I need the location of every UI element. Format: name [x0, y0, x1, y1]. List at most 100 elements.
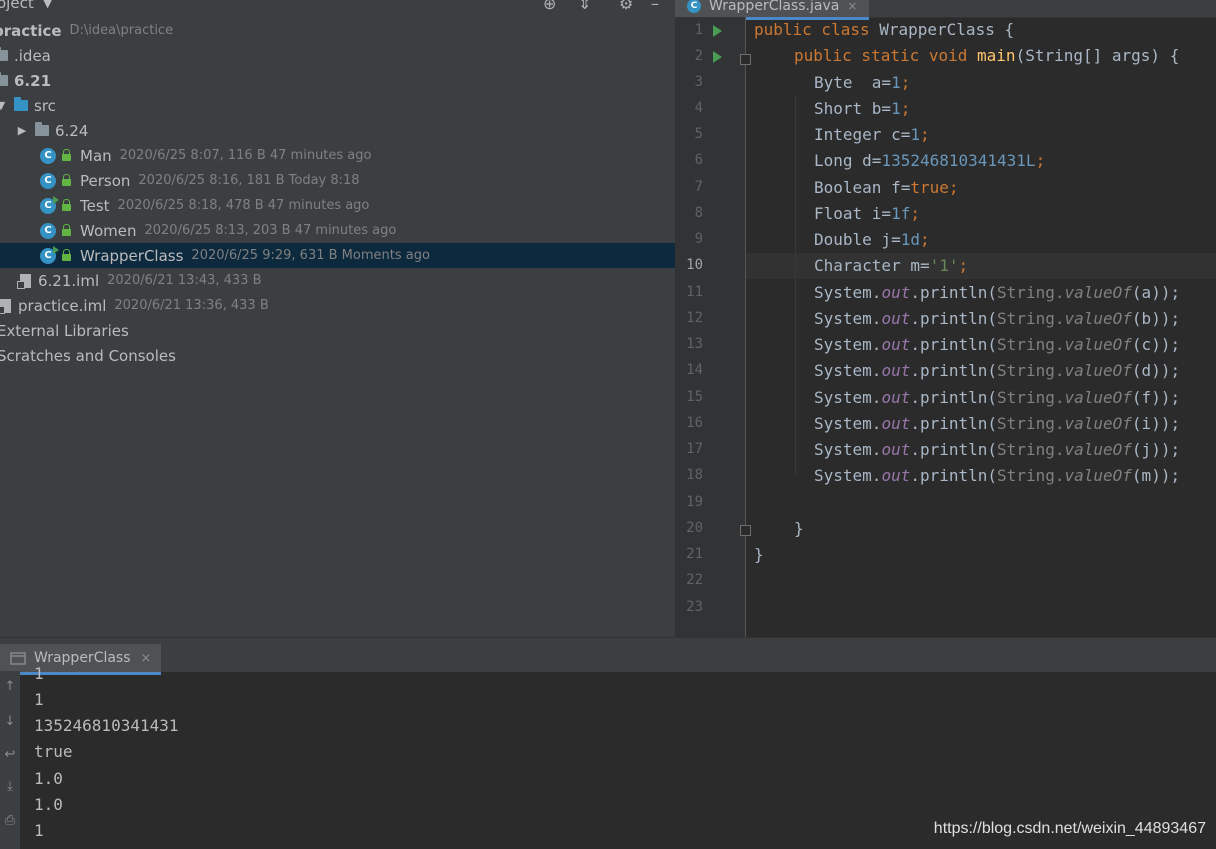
code-token: out	[881, 335, 911, 354]
code-line-21[interactable]: }	[754, 545, 764, 564]
code-line-17[interactable]: System.out.println(String.valueOf(j));	[814, 440, 1180, 459]
code-line-7[interactable]: Boolean f=true;	[814, 178, 959, 197]
close-icon[interactable]: ×	[141, 651, 152, 666]
tree-item-idea[interactable]: .idea	[0, 43, 669, 68]
tree-item-src[interactable]: ▼ src	[0, 93, 669, 118]
fold-icon[interactable]	[740, 525, 751, 536]
chevron-down-icon[interactable]: ▼	[43, 0, 52, 10]
code-line-20[interactable]: }	[794, 519, 804, 538]
code-line-1[interactable]: public class WrapperClass {	[754, 20, 1014, 39]
code-token: (j)	[1131, 440, 1161, 459]
tree-item-6-21-iml[interactable]: 6.21.iml 2020/6/21 13:43, 433 B	[0, 268, 675, 293]
code-token: 1	[910, 125, 920, 144]
line-number: 7	[694, 179, 703, 195]
code-token: ;	[900, 99, 911, 118]
code-token: valueOf	[1064, 466, 1132, 485]
code-line-9[interactable]: Double j=1d;	[814, 230, 930, 249]
editor-tab-label: WrapperClass.java	[709, 0, 840, 14]
code-token: .println(	[910, 361, 998, 380]
code-token: Boolean f=	[814, 178, 911, 197]
code-line-15[interactable]: System.out.println(String.valueOf(f));	[814, 388, 1180, 407]
code-line-16[interactable]: System.out.println(String.valueOf(i));	[814, 414, 1180, 433]
tree-item-wrapperclass[interactable]: C WrapperClass 2020/6/25 9:29, 631 B Mom…	[0, 243, 675, 268]
code-line-5[interactable]: Integer c=1;	[814, 125, 930, 144]
line-number: 13	[686, 336, 703, 352]
source-folder-icon	[14, 97, 28, 111]
code-token: .println(	[910, 283, 998, 302]
arrow-down-icon[interactable]: ↓	[0, 714, 20, 729]
line-number: 5	[694, 126, 703, 142]
tree-item-women[interactable]: C Women 2020/6/25 8:13, 203 B 47 minutes…	[0, 218, 675, 243]
code-token: ;	[1035, 151, 1046, 170]
line-number: 18	[686, 467, 703, 483]
code-token: out	[881, 361, 911, 380]
code-token: Float i=	[814, 204, 892, 223]
code-line-4[interactable]: Short b=1;	[814, 99, 910, 118]
code-token: .println(	[910, 440, 998, 459]
run-main-icon[interactable]	[713, 51, 722, 63]
code-token: .println(	[910, 335, 998, 354]
locate-icon[interactable]: ⊕	[543, 0, 556, 13]
code-token: String.	[997, 414, 1065, 433]
tree-item-man[interactable]: C Man 2020/6/25 8:07, 116 B 47 minutes a…	[0, 143, 675, 168]
soft-wrap-icon[interactable]: ↩	[0, 747, 20, 762]
class-icon: C	[687, 0, 701, 13]
print-icon[interactable]: ⎙	[0, 813, 20, 828]
run-tab-wrapperclass[interactable]: WrapperClass ×	[0, 644, 162, 675]
tree-item-practice-iml[interactable]: practice.iml 2020/6/21 13:36, 433 B	[0, 293, 675, 318]
run-panel: WrapperClass × ↑ ↓ ↩ ⤓ ⎙ 1 1 13524681034…	[0, 637, 1216, 849]
code-line-13[interactable]: System.out.println(String.valueOf(c));	[814, 335, 1180, 354]
project-view-title[interactable]: oject	[0, 0, 34, 12]
line-number: 16	[686, 415, 703, 431]
code-line-3[interactable]: Byte a=1;	[814, 73, 910, 92]
tree-item-external-libraries[interactable]: External Libraries	[0, 318, 672, 343]
gear-icon[interactable]: ⚙	[619, 0, 633, 13]
line-number: 21	[686, 546, 703, 562]
line-number: 22	[686, 572, 703, 588]
line-number: 19	[686, 494, 703, 510]
fold-icon[interactable]	[740, 54, 751, 65]
code-line-11[interactable]: System.out.println(String.valueOf(a));	[814, 283, 1180, 302]
tree-item-test[interactable]: C Test 2020/6/25 8:18, 478 B 47 minutes …	[0, 193, 675, 218]
code-line-10[interactable]: Character m='1';	[814, 256, 968, 275]
code-line-14[interactable]: System.out.println(String.valueOf(d));	[814, 361, 1180, 380]
tree-item-6-24[interactable]: ▶ 6.24	[15, 118, 675, 143]
code-token: );	[1160, 440, 1181, 459]
code-token: 135246810341431L	[881, 151, 1036, 170]
tree-item-label: practice	[0, 21, 62, 40]
tree-item-scratches[interactable]: Scratches and Consoles	[0, 343, 672, 368]
code-line-18[interactable]: System.out.println(String.valueOf(m));	[814, 466, 1180, 485]
tree-item-6-21[interactable]: 6.21	[0, 68, 669, 93]
line-number: 20	[686, 520, 703, 536]
code-line-12[interactable]: System.out.println(String.valueOf(b));	[814, 309, 1180, 328]
hide-icon[interactable]: –	[651, 0, 659, 13]
code-token: );	[1160, 309, 1181, 328]
tree-item-person[interactable]: C Person 2020/6/25 8:16, 181 B Today 8:1…	[0, 168, 675, 193]
code-line-2[interactable]: public static void main(String[] args) {	[794, 46, 1179, 65]
tree-item-meta: D:\idea\practice	[69, 23, 174, 38]
code-token: public class	[754, 20, 880, 39]
code-token: System.	[814, 414, 882, 433]
code-line-6[interactable]: Long d=135246810341431L;	[814, 151, 1045, 170]
project-toolbar: oject ▼ ⊕ ⇕ ⚙ –	[0, 0, 675, 17]
expand-arrow-icon[interactable]: ▼	[0, 99, 8, 112]
tree-item-label: src	[34, 96, 56, 115]
code-token: String.	[997, 440, 1065, 459]
line-number: 23	[686, 599, 703, 615]
code-token: String.	[997, 283, 1065, 302]
code-token: (d)	[1131, 361, 1161, 380]
code-token: valueOf	[1064, 335, 1132, 354]
code-token: out	[881, 414, 911, 433]
tree-item-meta: 2020/6/25 8:07, 116 B 47 minutes ago	[119, 148, 372, 163]
run-class-icon[interactable]	[713, 25, 722, 37]
code-token: valueOf	[1064, 388, 1132, 407]
tree-item-practice[interactable]: practice D:\idea\practice	[0, 18, 668, 43]
console-output-line: 1.0	[34, 769, 63, 788]
arrow-up-icon[interactable]: ↑	[0, 679, 20, 694]
scroll-to-end-icon[interactable]: ⤓	[0, 779, 20, 794]
collapse-icon[interactable]: ⇕	[578, 0, 591, 13]
close-icon[interactable]: ×	[847, 0, 857, 13]
code-token: System.	[814, 388, 882, 407]
code-line-8[interactable]: Float i=1f;	[814, 204, 920, 223]
collapse-arrow-icon[interactable]: ▶	[15, 124, 29, 137]
